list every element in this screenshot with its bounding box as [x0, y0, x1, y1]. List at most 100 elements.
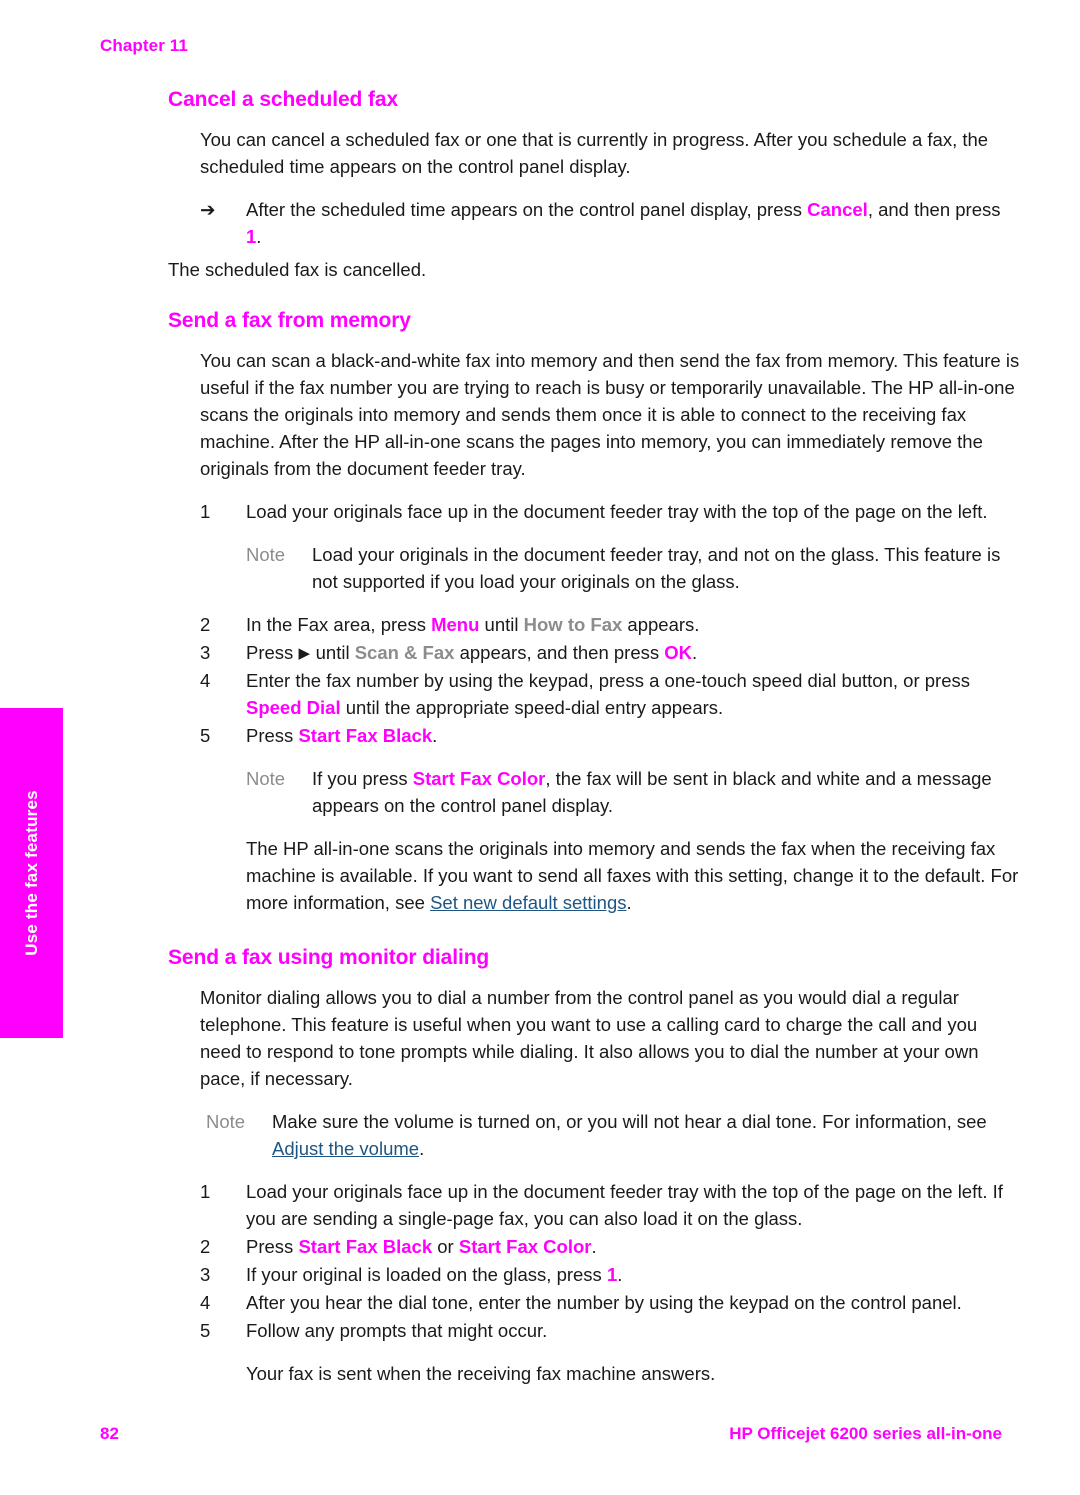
- text-fragment: Press: [246, 725, 299, 746]
- step-text: In the Fax area, press Menu until How to…: [246, 611, 1020, 638]
- arrow-marker: ➔: [200, 199, 216, 220]
- note-label: Note: [206, 1111, 246, 1132]
- text-fragment: .: [256, 226, 262, 247]
- section-intro-paragraph: You can scan a black-and-white fax into …: [200, 350, 1020, 479]
- section-send-a-fax-using-monitor-dialing: Send a fax using monitor dialing Monitor…: [168, 946, 1020, 1387]
- list-item: 3 If your original is loaded on the glas…: [200, 1261, 1020, 1288]
- step-number: 1: [200, 501, 211, 522]
- text-fragment: .: [626, 892, 632, 913]
- chapter-running-head: Chapter 11: [100, 36, 188, 55]
- text-fragment: The HP all-in-one scans the originals in…: [246, 838, 1019, 913]
- text-fragment: If your original is loaded on the glass,…: [246, 1264, 607, 1285]
- control-button-name: Speed Dial: [246, 697, 341, 718]
- step-number: 5: [200, 725, 211, 746]
- text-fragment: Enter the fax number by using the keypad…: [246, 670, 970, 691]
- page-footer: 82 HP Officejet 6200 series all-in-one: [100, 1424, 1002, 1444]
- numbered-step-list: 2 In the Fax area, press Menu until How …: [200, 611, 1020, 749]
- text-fragment: .: [419, 1138, 425, 1159]
- note-text: If you press Start Fax Color, the fax wi…: [312, 765, 1021, 819]
- text-fragment: If you press: [312, 768, 413, 789]
- section-body: You can scan a black-and-white fax into …: [200, 347, 1020, 482]
- text-fragment: In the Fax area, press: [246, 614, 432, 635]
- step-text: Press Start Fax Black or Start Fax Color…: [246, 1233, 1020, 1260]
- step-text: Press ▶ until Scan & Fax appears, and th…: [246, 639, 1020, 666]
- note-block: Note If you press Start Fax Color, the f…: [246, 765, 1021, 819]
- right-arrow-icon: ▶: [298, 645, 311, 662]
- section-closing-paragraph: The HP all-in-one scans the originals in…: [246, 835, 1021, 916]
- section-body: You can cancel a scheduled fax or one th…: [200, 126, 1020, 180]
- control-button-name: Start Fax Black: [298, 725, 433, 746]
- footer-product-name: HP Officejet 6200 series all-in-one: [729, 1424, 1002, 1443]
- control-button-name: Start Fax Color: [458, 1236, 592, 1257]
- list-item: 1 Load your originals face up in the doc…: [200, 1178, 1020, 1232]
- step-text: Enter the fax number by using the keypad…: [246, 667, 1020, 721]
- text-fragment: until: [479, 614, 524, 635]
- note-label: Note: [246, 768, 286, 789]
- step-number: 1: [200, 1181, 211, 1202]
- list-item: 1 Load your originals face up in the doc…: [200, 498, 1020, 525]
- list-item: 2 Press Start Fax Black or Start Fax Col…: [200, 1233, 1020, 1260]
- step-text: After you hear the dial tone, enter the …: [246, 1292, 962, 1313]
- step-number: 5: [200, 1320, 211, 1341]
- section-intro-paragraph: You can cancel a scheduled fax or one th…: [200, 129, 989, 177]
- text-fragment: .: [432, 725, 438, 746]
- list-item: 4 Enter the fax number by using the keyp…: [200, 667, 1020, 721]
- section-closing-paragraph: Your fax is sent when the receiving fax …: [246, 1363, 716, 1384]
- note-text: Make sure the volume is turned on, or yo…: [272, 1108, 1021, 1162]
- cross-reference-link[interactable]: Set new default settings: [430, 892, 626, 913]
- step-number: 4: [200, 670, 211, 691]
- footer-page-number: 82: [100, 1424, 119, 1443]
- text-fragment: appears, and then press: [454, 642, 665, 663]
- section-title: Cancel a scheduled fax: [168, 88, 399, 111]
- section-intro-paragraph: Monitor dialing allows you to dial a num…: [200, 987, 979, 1089]
- arrow-step: ➔ After the scheduled time appears on th…: [200, 196, 1020, 250]
- page-content: Cancel a scheduled fax You can cancel a …: [168, 88, 1020, 1387]
- section-cancel-a-scheduled-fax: Cancel a scheduled fax You can cancel a …: [168, 88, 1020, 283]
- display-message-text: How to Fax: [523, 614, 623, 635]
- list-item: 5 Press Start Fax Black.: [200, 722, 1020, 749]
- side-thumb-tab: Use the fax features: [0, 708, 63, 1038]
- text-fragment: until: [310, 642, 355, 663]
- control-button-name: Menu: [431, 614, 480, 635]
- note-text: Load your originals in the document feed…: [312, 544, 1001, 592]
- step-text: Press Start Fax Black.: [246, 722, 1020, 749]
- text-fragment: or: [432, 1236, 459, 1257]
- cross-reference-link[interactable]: Adjust the volume: [272, 1138, 419, 1159]
- control-button-name: 1: [606, 1264, 618, 1285]
- list-item: 3 Press ▶ until Scan & Fax appears, and …: [200, 639, 1020, 666]
- arrow-step-result: The scheduled fax is cancelled.: [168, 259, 427, 280]
- text-fragment: .: [591, 1236, 597, 1257]
- step-text: Load your originals face up in the docum…: [246, 501, 988, 522]
- list-item: 2 In the Fax area, press Menu until How …: [200, 611, 1020, 638]
- note-label: Note: [246, 544, 286, 565]
- text-fragment: until the appropriate speed-dial entry a…: [340, 697, 724, 718]
- text-fragment: After the scheduled time appears on the …: [246, 199, 808, 220]
- step-text: Follow any prompts that might occur.: [246, 1320, 548, 1341]
- list-item: 4 After you hear the dial tone, enter th…: [200, 1289, 1020, 1316]
- control-button-name: OK: [664, 642, 693, 663]
- section-body: Monitor dialing allows you to dial a num…: [200, 984, 1020, 1092]
- text-fragment: Press: [246, 642, 299, 663]
- text-fragment: .: [692, 642, 698, 663]
- control-button-name: Start Fax Color: [412, 768, 546, 789]
- text-fragment: Make sure the volume is turned on, or yo…: [272, 1111, 987, 1132]
- text-fragment: .: [617, 1264, 623, 1285]
- text-fragment: Press: [246, 1236, 299, 1257]
- list-item: 5 Follow any prompts that might occur.: [200, 1317, 1020, 1344]
- text-fragment: , and then press: [867, 199, 1001, 220]
- text-fragment: appears.: [622, 614, 700, 635]
- note-block: Note Load your originals in the document…: [246, 541, 1021, 595]
- display-message-text: Scan & Fax: [354, 642, 455, 663]
- numbered-step-list: 1 Load your originals face up in the doc…: [200, 1178, 1020, 1344]
- step-number: 3: [200, 1264, 211, 1285]
- step-number: 3: [200, 642, 211, 663]
- side-thumb-tab-label: Use the fax features: [21, 790, 41, 956]
- control-button-name: Start Fax Black: [298, 1236, 433, 1257]
- step-number: 2: [200, 1236, 211, 1257]
- section-title: Send a fax from memory: [168, 309, 411, 332]
- numbered-step-list: 1 Load your originals face up in the doc…: [200, 498, 1020, 525]
- note-block: Note Make sure the volume is turned on, …: [206, 1108, 1021, 1162]
- section-send-a-fax-from-memory: Send a fax from memory You can scan a bl…: [168, 309, 1020, 916]
- step-number: 2: [200, 614, 211, 635]
- control-button-name: 1: [246, 226, 257, 247]
